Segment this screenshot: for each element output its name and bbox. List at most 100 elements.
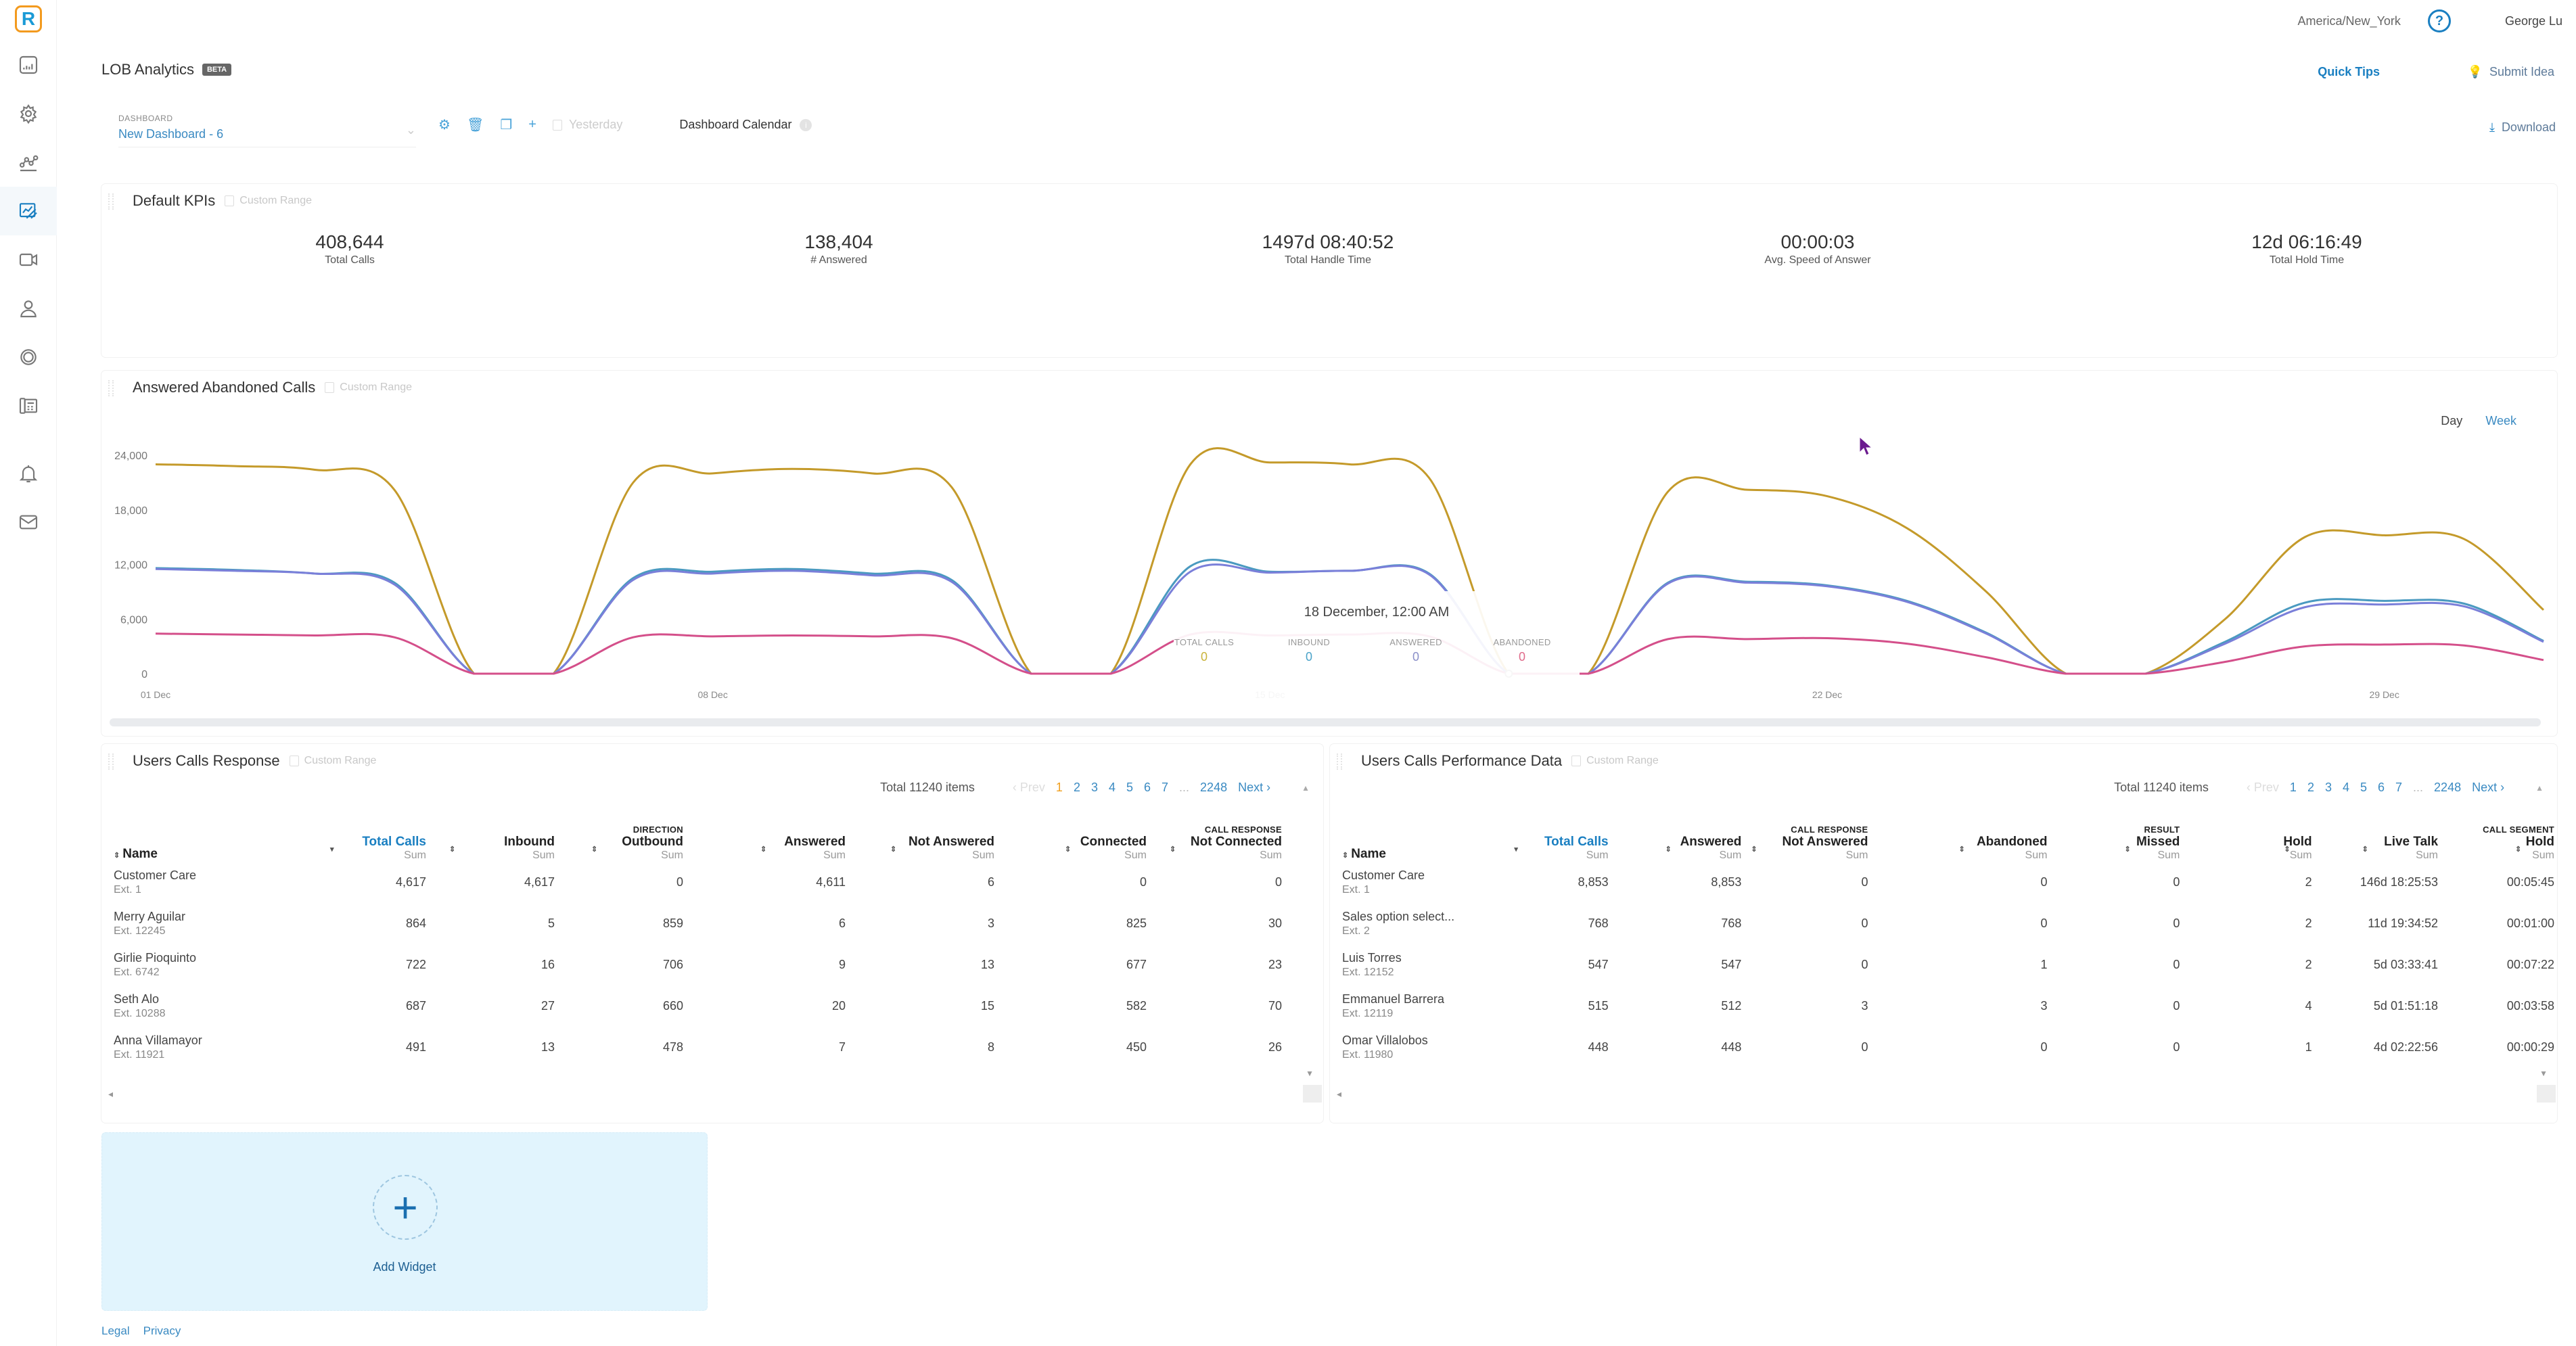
legal-link[interactable]: Legal (101, 1324, 130, 1338)
column-header-outbound[interactable]: ⇕ Outbound Sum (557, 835, 686, 862)
table-row[interactable]: Emmanuel Barrera Ext. 12119 515 512 3 3 0 4 5d 0… (1339, 985, 2557, 1027)
column-header-not-answered[interactable]: ⇕ Not Answered Sum (848, 835, 997, 862)
kpi-total-calls: 408,644 Total Calls (315, 231, 384, 266)
chart-scrollbar[interactable] (110, 718, 2541, 726)
page-last[interactable]: 2248 (2434, 781, 2461, 795)
drag-handle-icon[interactable] (108, 753, 114, 770)
page-4[interactable]: 4 (1109, 781, 1116, 795)
column-header-total-calls[interactable]: ▾ Total Calls Sum (330, 835, 429, 862)
analytics-icon[interactable] (15, 149, 42, 176)
delete-icon[interactable]: 🗑 (467, 116, 484, 133)
reports-icon[interactable] (15, 51, 42, 78)
column-header-answered[interactable]: ⇕ Answered Sum (686, 835, 848, 862)
prev-page-button[interactable]: ‹ Prev (2247, 781, 2279, 795)
page-6[interactable]: 6 (2378, 781, 2385, 795)
info-icon[interactable]: i (800, 118, 812, 131)
page-6[interactable]: 6 (1144, 781, 1151, 795)
collapse-icon[interactable]: ▲ (2535, 783, 2544, 793)
table-row[interactable]: Customer Care Ext. 1 8,853 8,853 0 0 0 2 146d 18… (1339, 862, 2557, 903)
table-row[interactable]: Omar Villalobos Ext. 11980 448 448 0 0 0 1 4d 02… (1339, 1027, 2557, 1068)
drag-handle-icon[interactable] (1337, 753, 1342, 770)
custom-range-toggle[interactable]: Custom Range (225, 195, 312, 207)
page-5[interactable]: 5 (1126, 781, 1133, 795)
column-header-not-connected[interactable]: ⇕ Not Connected Sum (1149, 835, 1285, 862)
column-header-live-talk[interactable]: ⇕ Live Talk Sum (2315, 835, 2441, 862)
column-header-name[interactable]: ⇕ Name (1339, 835, 1518, 862)
dashboard-calendar[interactable]: Dashboard Calendar i (679, 118, 812, 132)
page-7[interactable]: 7 (2395, 781, 2402, 795)
bell-icon[interactable] (15, 460, 42, 487)
table-cell: 9 (838, 958, 846, 971)
page-1[interactable]: 1 (1056, 781, 1063, 795)
copy-icon[interactable]: ❐ (500, 116, 512, 133)
next-page-button[interactable]: Next › (1238, 781, 1270, 795)
table-row[interactable]: Girlie Pioquinto Ext. 6742 722 16 706 9 13 677 2… (111, 944, 1285, 985)
phone-icon[interactable] (15, 392, 42, 419)
page-5[interactable]: 5 (2360, 781, 2367, 795)
table-cell: 0 (1861, 1040, 1868, 1054)
table-row[interactable]: Anna Villamayor Ext. 11921 491 13 478 7 8 450 26 (111, 1027, 1285, 1068)
help-icon[interactable]: ? (2427, 9, 2451, 32)
page-2[interactable]: 2 (2307, 781, 2314, 795)
column-header-not-answered[interactable]: ⇕ Not Answered Sum (1744, 835, 1870, 862)
scroll-left-icon[interactable]: ◂ (108, 1088, 113, 1100)
dashboard-select[interactable]: DASHBOARD New Dashboard - 6 ⌄ (118, 114, 416, 147)
page-3[interactable]: 3 (2325, 781, 2332, 795)
column-header-hold[interactable]: ⇕ Hold Sum (2182, 835, 2314, 862)
contacts-icon[interactable] (15, 295, 42, 322)
table-cell: 450 (1126, 1040, 1147, 1054)
column-header-connected[interactable]: ⇕ Connected Sum (997, 835, 1149, 862)
privacy-link[interactable]: Privacy (143, 1324, 181, 1338)
sort-icon: ⇕ (449, 845, 456, 854)
column-header-missed[interactable]: ⇕ Missed Sum (2050, 835, 2182, 862)
page-4[interactable]: 4 (2343, 781, 2349, 795)
page-last[interactable]: 2248 (1200, 781, 1227, 795)
table-row[interactable]: Customer Care Ext. 1 4,617 4,617 0 4,611 6 0 0 (111, 862, 1285, 903)
add-widget-button[interactable]: + Add Widget (101, 1132, 708, 1311)
page-7[interactable]: 7 (1162, 781, 1168, 795)
custom-range-toggle[interactable]: Custom Range (289, 755, 376, 767)
table-row[interactable]: Sales option select... Ext. 2 768 768 0 0 0 2 11… (1339, 903, 2557, 944)
user-menu[interactable]: George Lu (2505, 14, 2562, 28)
scroll-down-icon[interactable]: ▼ (1306, 1069, 1314, 1078)
table-cell: 3 (987, 916, 994, 930)
timezone-label[interactable]: America/New_York (2298, 14, 2401, 28)
column-header-inbound[interactable]: ⇕ Inbound Sum (429, 835, 557, 862)
download-button[interactable]: ⤓ Download (2489, 120, 2556, 135)
page-1[interactable]: 1 (2290, 781, 2297, 795)
settings-icon[interactable]: ⚙ (438, 116, 451, 133)
table-row[interactable]: Seth Alo Ext. 10288 687 27 660 20 15 582 70 (111, 985, 1285, 1027)
scroll-left-icon[interactable]: ◂ (1337, 1088, 1341, 1100)
video-icon[interactable] (15, 246, 42, 273)
table-cell: 16 (540, 958, 555, 971)
page-3[interactable]: 3 (1091, 781, 1098, 795)
next-page-button[interactable]: Next › (2472, 781, 2504, 795)
kpi-total-handle-time: 1497d 08:40:52 Total Handle Time (1262, 231, 1394, 266)
column-header-hold-2[interactable]: ⇕ Hold Sum (2441, 835, 2557, 862)
column-header-abandoned[interactable]: ⇕ Abandoned Sum (1870, 835, 2050, 862)
drag-handle-icon[interactable] (108, 193, 114, 210)
mail-icon[interactable] (15, 509, 42, 536)
lob-analytics-icon[interactable] (0, 187, 57, 235)
y-tick-label: 0 (141, 669, 147, 680)
integrations-icon[interactable] (15, 100, 42, 127)
quick-tips-link[interactable]: Quick Tips (2318, 65, 2380, 79)
column-header-name[interactable]: ⇕ Name (111, 835, 334, 862)
add-icon[interactable]: + (528, 117, 536, 133)
app-logo[interactable]: R (15, 5, 42, 32)
date-filter[interactable]: Yesterday (552, 118, 622, 132)
sync-icon[interactable] (15, 344, 42, 371)
group-header-result: RESULT (2144, 825, 2180, 835)
table-row[interactable]: Merry Aguilar Ext. 12245 864 5 859 6 3 825 30 (111, 903, 1285, 944)
page-2[interactable]: 2 (1074, 781, 1080, 795)
column-header-answered[interactable]: ⇕ Answered Sum (1611, 835, 1745, 862)
prev-page-button[interactable]: ‹ Prev (1013, 781, 1045, 795)
chevron-down-icon: ⌄ (405, 123, 416, 137)
scroll-down-icon[interactable]: ▼ (2539, 1069, 2548, 1078)
submit-idea-button[interactable]: 💡 Submit Idea (2468, 65, 2554, 79)
custom-range-toggle[interactable]: Custom Range (1571, 755, 1659, 767)
collapse-icon[interactable]: ▲ (1302, 783, 1310, 793)
table-cell: 23 (1268, 958, 1282, 971)
table-row[interactable]: Luis Torres Ext. 12152 547 547 0 1 0 2 5d 03:33:… (1339, 944, 2557, 985)
column-header-total-calls[interactable]: ▾ Total Calls Sum (1514, 835, 1611, 862)
